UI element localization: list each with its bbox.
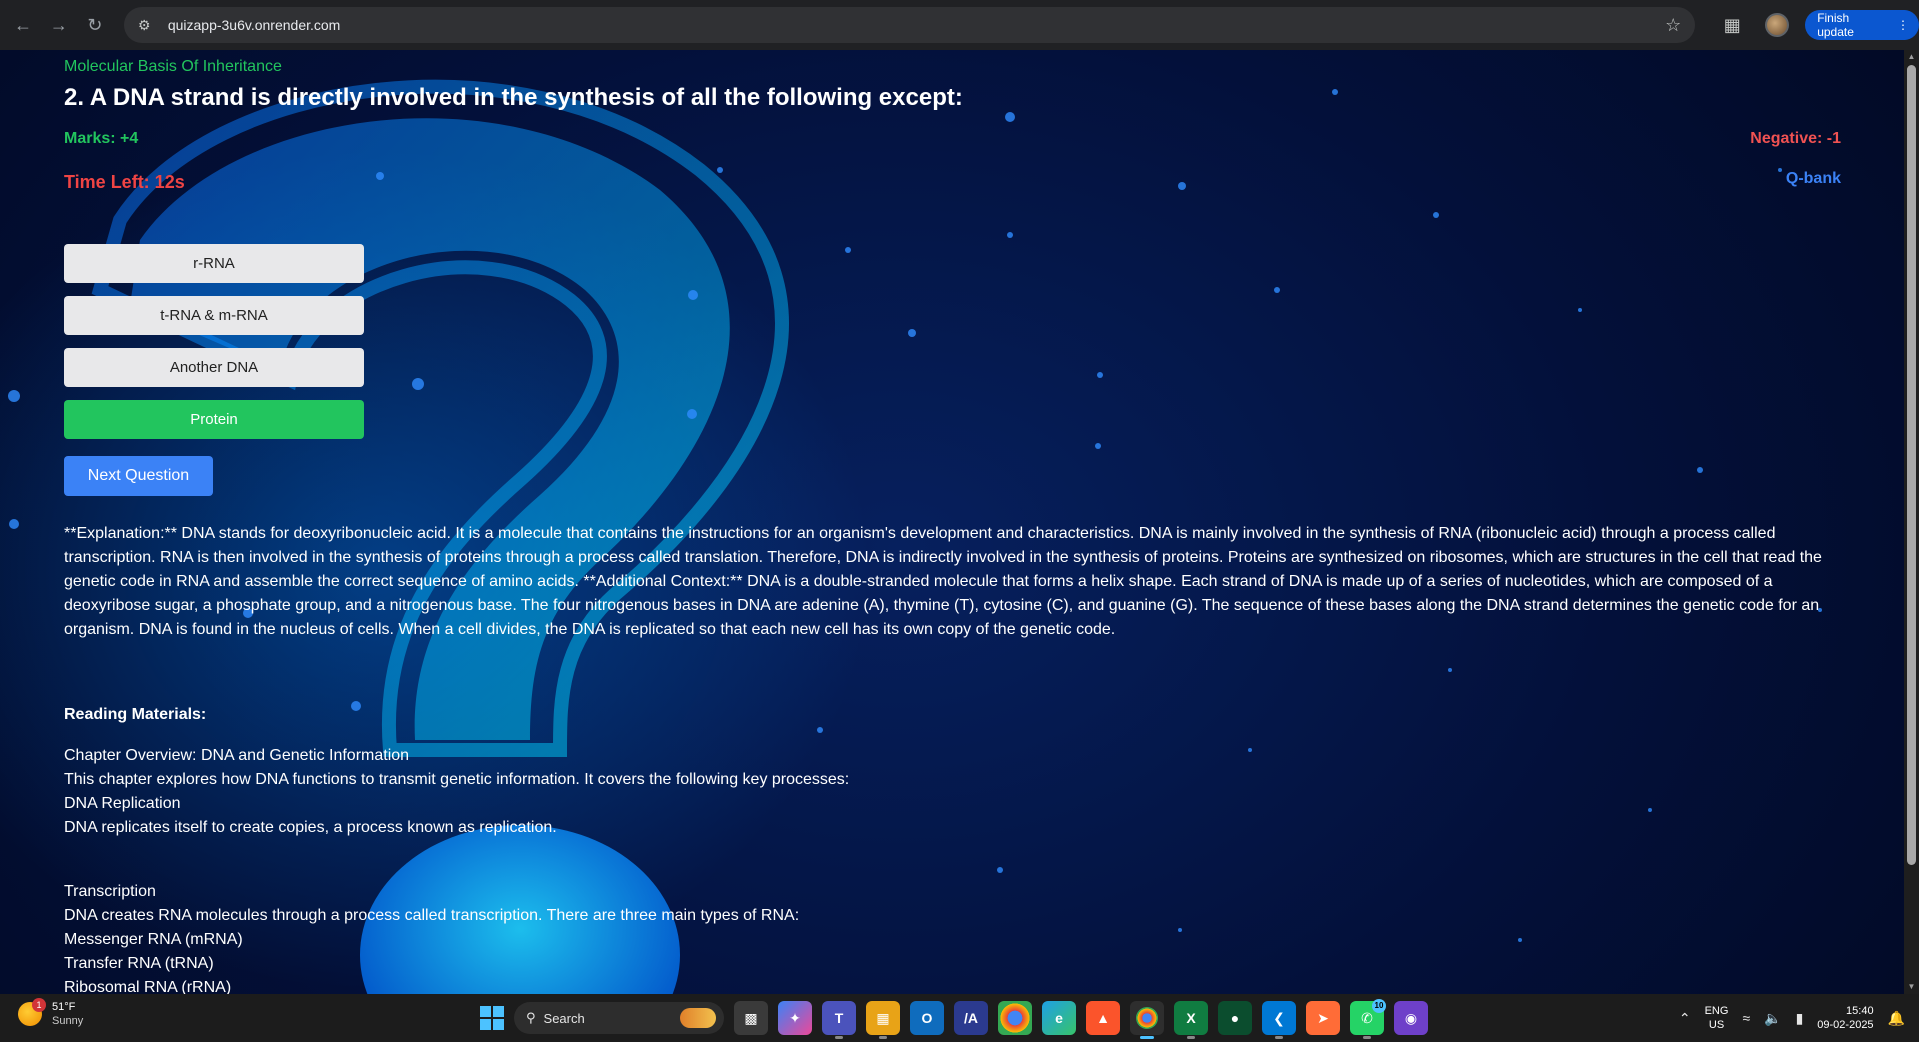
search-label: Search [543, 1010, 585, 1026]
vscode-icon[interactable]: ❮ [1262, 1001, 1296, 1039]
reading-line: Transcription [64, 883, 156, 900]
option-3-button[interactable]: Another DNA [64, 348, 364, 387]
scroll-down-arrow-icon[interactable]: ▼ [1907, 982, 1916, 992]
bookmark-star-icon[interactable]: ☆ [1665, 15, 1681, 36]
scrollbar-thumb[interactable] [1907, 65, 1916, 865]
excel-icon[interactable]: X [1174, 1001, 1208, 1039]
option-2-button[interactable]: t-RNA & m-RNA [64, 296, 364, 335]
marks-label: Marks: +4 [64, 130, 139, 147]
copilot-icon[interactable]: ✦ [778, 1001, 812, 1035]
wifi-icon[interactable]: ≈ [1742, 1010, 1750, 1026]
question-text: 2. A DNA strand is directly involved in … [64, 84, 963, 111]
notification-icon[interactable]: 🔔 [1888, 1010, 1905, 1027]
scroll-up-arrow-icon[interactable]: ▲ [1907, 52, 1916, 62]
clock-date: 09-02-2025 [1817, 1019, 1874, 1031]
battery-icon[interactable]: ▮ [1796, 1010, 1804, 1027]
reading-line: Transfer RNA (tRNA) [64, 955, 214, 972]
teams-icon[interactable]: T [822, 1001, 856, 1039]
taskbar-apps: ⚲ Search ▩ ✦ T ▦ O /A e ▲ X ● ❮ ➤ ✆ 10 ◉ [480, 999, 1428, 1039]
page-viewport: Molecular Basis Of Inheritance 2. A DNA … [0, 50, 1919, 994]
url-text: quizapp-3u6v.onrender.com [167, 17, 341, 33]
weather-condition: Sunny [52, 1015, 84, 1027]
page-scrollbar[interactable]: ▲ ▼ [1904, 50, 1919, 994]
browser-toolbar: ← → ↻ ⚙ quizapp-3u6v.onrender.com ☆ ▦ Fi… [0, 0, 1919, 50]
weather-badge: 1 [32, 998, 46, 1012]
qbank-link[interactable]: Q-bank [1786, 170, 1841, 188]
photo-editor-icon[interactable]: /A [954, 1001, 988, 1035]
outlook-icon[interactable]: O [910, 1001, 944, 1035]
chrome-active-icon[interactable] [1130, 1001, 1164, 1039]
option-4-button-correct[interactable]: Protein [64, 400, 364, 439]
mongodb-icon[interactable]: ● [1218, 1001, 1252, 1035]
reload-icon[interactable]: ↻ [80, 10, 110, 40]
reading-line: Messenger RNA (mRNA) [64, 931, 243, 948]
windows-start-icon[interactable] [480, 1006, 504, 1030]
site-info-icon[interactable]: ⚙ [138, 17, 158, 34]
search-highlight-icon [680, 1008, 716, 1028]
taskbar-search[interactable]: ⚲ Search [514, 1002, 724, 1034]
whatsapp-icon[interactable]: ✆ 10 [1350, 999, 1386, 1039]
kebab-menu-icon: ⋮ [1897, 18, 1910, 32]
explanation-text: **Explanation:** DNA stands for deoxyrib… [64, 525, 1822, 638]
option-1-button[interactable]: r-RNA [64, 244, 364, 283]
file-explorer-icon[interactable]: ▦ [866, 1001, 900, 1039]
reading-line: DNA creates RNA molecules through a proc… [64, 907, 800, 924]
lang-secondary: US [1708, 1019, 1725, 1031]
search-icon: ⚲ [526, 1010, 536, 1025]
lang-primary: ENG [1704, 1005, 1729, 1017]
next-question-button[interactable]: Next Question [64, 456, 213, 496]
forward-icon[interactable]: → [44, 10, 74, 40]
postman-icon[interactable]: ➤ [1306, 1001, 1340, 1035]
timer-label: Time Left: 12s [64, 172, 185, 192]
reading-line: DNA replicates itself to create copies, … [64, 819, 557, 836]
clock[interactable]: 15:40 09-02-2025 [1817, 1004, 1873, 1032]
sun-icon: 1 [18, 998, 46, 1026]
reading-line: DNA Replication [64, 795, 181, 812]
brave-icon[interactable]: ▲ [1086, 1001, 1120, 1035]
extensions-icon[interactable]: ▦ [1721, 15, 1743, 36]
finish-update-label: Finish update [1817, 11, 1854, 39]
reading-line: Chapter Overview: DNA and Genetic Inform… [64, 747, 410, 764]
chrome-icon[interactable] [998, 1001, 1032, 1035]
profile-avatar[interactable] [1765, 13, 1790, 37]
negative-marks-label: Negative: -1 [1750, 130, 1841, 147]
language-indicator[interactable]: ENG US [1705, 1004, 1729, 1032]
system-tray: ⌃ ENG US ≈ 🔈 ▮ 15:40 09-02-2025 🔔 [1679, 1000, 1905, 1036]
reading-materials-body: Chapter Overview: DNA and Genetic Inform… [64, 744, 849, 994]
reading-materials-heading: Reading Materials: [64, 706, 207, 723]
weather-widget[interactable]: 1 51°F Sunny [18, 998, 84, 1028]
reading-line: This chapter explores how DNA functions … [64, 771, 850, 788]
back-icon[interactable]: ← [8, 10, 38, 40]
reading-line: Ribosomal RNA (rRNA) [64, 979, 232, 994]
task-view-icon[interactable]: ▩ [734, 1001, 768, 1035]
edge-icon[interactable]: e [1042, 1001, 1076, 1035]
clock-time: 15:40 [1846, 1005, 1874, 1017]
volume-muted-icon[interactable]: 🔈 [1764, 1010, 1781, 1027]
reading-spacer [64, 840, 849, 880]
whatsapp-badge: 10 [1372, 999, 1386, 1013]
subject-label: Molecular Basis Of Inheritance [64, 58, 282, 75]
github-icon[interactable]: ◉ [1394, 1001, 1428, 1035]
address-bar[interactable]: ⚙ quizapp-3u6v.onrender.com ☆ [123, 7, 1696, 43]
weather-temp: 51°F [52, 1001, 76, 1013]
windows-taskbar: 1 51°F Sunny ⚲ Search ▩ ✦ T ▦ O /A e ▲ X… [0, 994, 1919, 1042]
chevron-up-icon[interactable]: ⌃ [1679, 1010, 1691, 1027]
finish-update-button[interactable]: Finish update ⋮ [1805, 10, 1919, 40]
